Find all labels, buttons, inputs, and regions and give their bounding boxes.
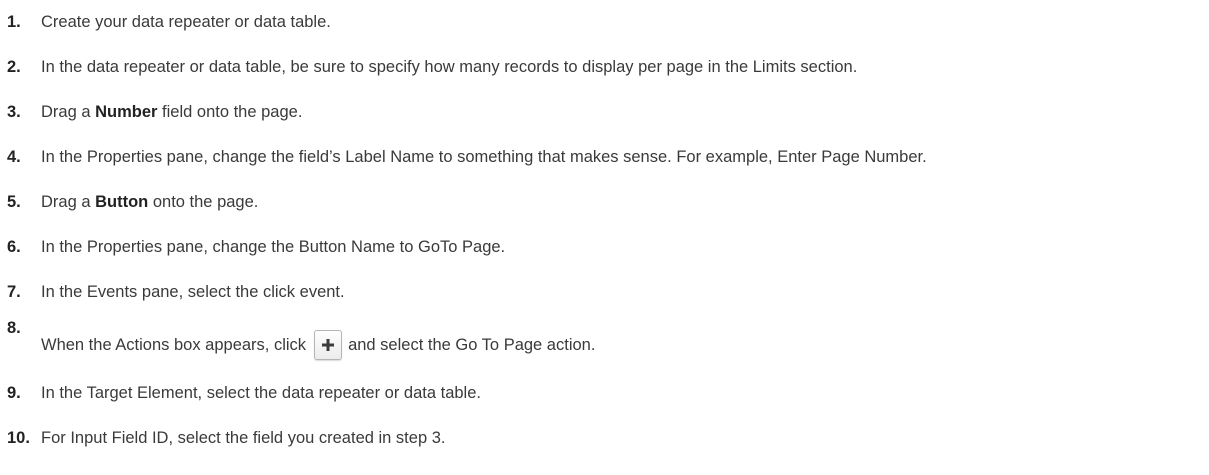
step-number: 10. [7, 429, 30, 447]
step-number: 7. [7, 283, 21, 301]
step-number: 9. [7, 384, 21, 402]
step-text-post: field onto the page. [157, 103, 303, 121]
step-text: Drag a Number field onto the page. [41, 103, 302, 121]
step-text-post: onto the page. [148, 193, 259, 211]
step-10: 10. For Input Field ID, select the field … [7, 428, 1207, 458]
step-text: In the Target Element, select the data r… [41, 384, 481, 402]
step-number: 5. [7, 193, 21, 211]
step-number: 8. [7, 319, 21, 337]
step-4: 4. In the Properties pane, change the fie… [7, 147, 1207, 177]
step-text: Create your data repeater or data table. [41, 13, 331, 31]
step-text-pre: When the Actions box appears, click [41, 336, 307, 354]
step-7: 7. In the Events pane, select the click e… [7, 282, 1207, 312]
step-text: When the Actions box appears, click and … [41, 330, 595, 360]
step-text: In the Properties pane, change the field… [41, 148, 927, 166]
step-text-post: and select the Go To Page action. [348, 336, 596, 354]
step-text: In the Properties pane, change the Butto… [41, 238, 506, 256]
step-text-bold: Button [95, 193, 149, 211]
step-9: 9. In the Target Element, select the data… [7, 383, 1207, 413]
step-text-pre: Drag a [41, 103, 96, 121]
step-6: 6. In the Properties pane, change the But… [7, 237, 1207, 267]
step-text: In the data repeater or data table, be s… [41, 58, 858, 76]
step-text-pre: Drag a [41, 193, 96, 211]
step-number: 6. [7, 238, 21, 256]
step-number: 3. [7, 103, 21, 121]
step-number: 2. [7, 58, 21, 76]
step-5: 5. Drag a Button onto the page. [7, 192, 1207, 222]
step-1: 1. Create your data repeater or data tabl… [7, 12, 1207, 42]
step-number: 4. [7, 148, 21, 166]
plus-icon [322, 339, 335, 351]
step-text: In the Events pane, select the click eve… [41, 283, 345, 301]
step-8: 8. When the Actions box appears, click a… [7, 318, 1207, 368]
step-number: 1. [7, 13, 21, 31]
step-text-bold: Number [95, 103, 158, 121]
step-3: 3. Drag a Number field onto the page. [7, 102, 1207, 132]
step-text: Drag a Button onto the page. [41, 193, 258, 211]
add-action-button[interactable] [314, 330, 343, 360]
step-text: For Input Field ID, select the field you… [41, 429, 446, 447]
step-2: 2. In the data repeater or data table, be… [7, 57, 1207, 87]
